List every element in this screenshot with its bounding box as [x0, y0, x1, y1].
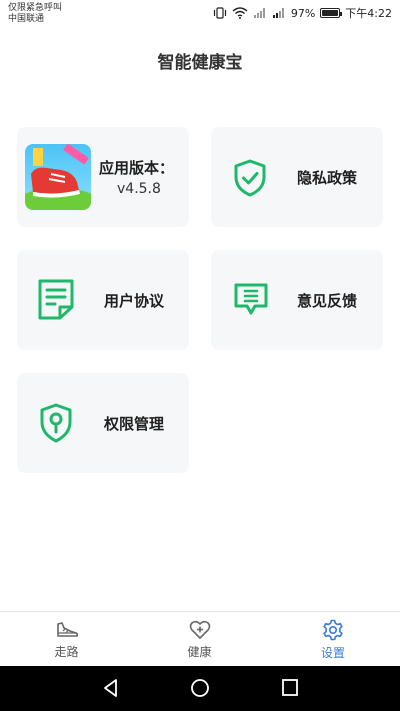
tab-walk[interactable]: 走路	[0, 612, 133, 667]
battery-fill	[322, 10, 338, 16]
page-title: 智能健康宝	[157, 53, 243, 73]
clock: 下午4:22	[345, 7, 392, 20]
status-indicators: 97% 下午4:22	[213, 5, 392, 21]
message-icon	[234, 283, 268, 315]
status-bar: 仅限紧急呼叫 中国联通 97% 下午4:22	[0, 0, 400, 30]
vibrate-icon	[213, 7, 226, 19]
carrier-line-2: 中国联通	[8, 14, 45, 24]
user-agreement-card[interactable]: 用户协议	[17, 250, 189, 350]
recents-icon[interactable]	[280, 678, 300, 698]
tab-health-label: 健康	[187, 644, 212, 659]
user-agreement-label: 用户协议	[104, 292, 165, 310]
signal-icon-1	[253, 8, 265, 18]
permission-management-card[interactable]: 权限管理	[17, 373, 189, 473]
tab-settings-label: 设置	[320, 645, 345, 660]
home-icon[interactable]	[189, 678, 211, 700]
feedback-card[interactable]: 意见反馈	[211, 250, 383, 350]
feedback-label: 意见反馈	[297, 292, 358, 310]
permission-management-label: 权限管理	[104, 415, 165, 433]
heart-plus-icon	[189, 620, 210, 639]
privacy-policy-label: 隐私政策	[297, 169, 358, 187]
version-label: 应用版本：	[99, 159, 175, 177]
app-version-card[interactable]: 应用版本： v4.5.8	[17, 127, 189, 227]
gear-icon	[323, 619, 343, 640]
shield-check-icon	[234, 159, 266, 197]
shoe-icon	[56, 621, 78, 637]
system-nav-bar	[0, 666, 400, 711]
bottom-tab-bar: 走路 健康 设置	[0, 611, 400, 666]
shield-key-icon	[40, 403, 72, 443]
battery-icon	[320, 8, 343, 18]
document-icon	[38, 279, 74, 320]
tab-walk-label: 走路	[54, 644, 79, 659]
carrier-line-1: 仅限紧急呼叫	[8, 3, 63, 13]
carrier-info: 仅限紧急呼叫 中国联通	[8, 3, 62, 25]
back-icon[interactable]	[101, 678, 121, 698]
battery-percent: 97%	[290, 6, 316, 20]
tab-health[interactable]: 健康	[133, 612, 266, 667]
wifi-icon	[232, 7, 248, 19]
tab-settings[interactable]: 设置	[266, 612, 400, 667]
signal-icon-2	[272, 8, 284, 18]
version-value: v4.5.8	[117, 181, 161, 197]
privacy-policy-card[interactable]: 隐私政策	[211, 127, 383, 227]
app-logo	[25, 144, 91, 210]
